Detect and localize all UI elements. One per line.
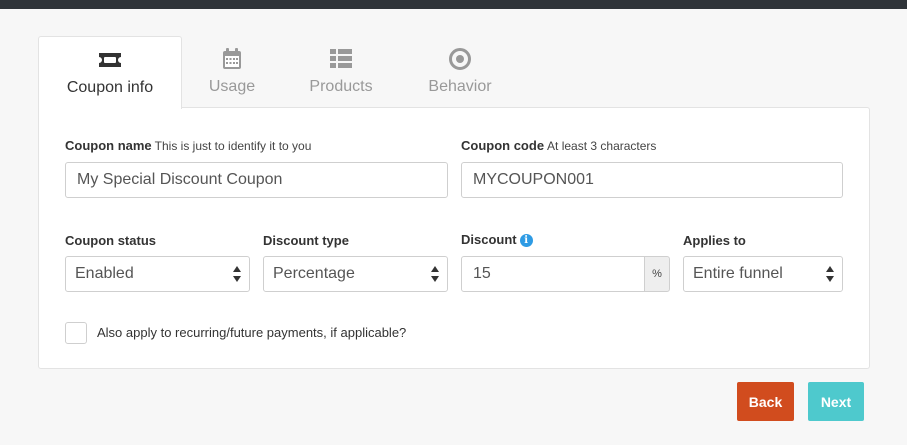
coupon-name-value: My Special Discount Coupon bbox=[77, 171, 283, 188]
recurring-checkbox[interactable] bbox=[65, 322, 87, 344]
tab-label: Coupon info bbox=[66, 79, 154, 96]
calendar-icon bbox=[222, 47, 242, 71]
coupon-code-label: Coupon code At least 3 characters bbox=[461, 138, 657, 153]
ticket-icon bbox=[97, 48, 123, 72]
coupon-status-value: Enabled bbox=[75, 265, 134, 282]
coupon-code-value: MYCOUPON001 bbox=[473, 171, 594, 188]
applies-to-label: Applies to bbox=[683, 233, 746, 248]
coupon-name-hint: This is just to identify it to you bbox=[154, 139, 312, 153]
tab-products[interactable]: Products bbox=[290, 36, 392, 108]
info-icon[interactable]: i bbox=[519, 234, 533, 247]
discount-value: 15 bbox=[473, 265, 491, 282]
top-bar bbox=[0, 0, 907, 9]
coupon-code-hint: At least 3 characters bbox=[547, 139, 657, 153]
select-arrows-icon bbox=[826, 266, 834, 282]
coupon-name-label: Coupon name This is just to identify it t… bbox=[65, 138, 312, 153]
select-arrows-icon bbox=[233, 266, 241, 282]
coupon-status-select[interactable]: Enabled bbox=[65, 256, 250, 292]
tab-coupon-info[interactable]: Coupon info bbox=[38, 36, 182, 109]
discount-type-value: Percentage bbox=[273, 265, 355, 282]
next-button[interactable]: Next bbox=[808, 382, 864, 421]
discount-label: Discount i bbox=[461, 232, 533, 247]
select-arrows-icon bbox=[431, 266, 439, 282]
coupon-code-input[interactable]: MYCOUPON001 bbox=[461, 162, 843, 198]
percent-addon: % bbox=[644, 256, 670, 292]
tab-label: Usage bbox=[208, 78, 256, 95]
applies-to-value: Entire funnel bbox=[693, 265, 783, 282]
tab-label: Products bbox=[309, 78, 373, 95]
coupon-status-label: Coupon status bbox=[65, 233, 156, 248]
discount-type-select[interactable]: Percentage bbox=[263, 256, 448, 292]
recurring-checkbox-label: Also apply to recurring/future payments,… bbox=[97, 325, 407, 340]
target-icon bbox=[449, 47, 471, 71]
back-button[interactable]: Back bbox=[737, 382, 794, 421]
discount-input[interactable]: 15 bbox=[461, 256, 645, 292]
applies-to-select[interactable]: Entire funnel bbox=[683, 256, 843, 292]
coupon-name-input[interactable]: My Special Discount Coupon bbox=[65, 162, 448, 198]
tab-behavior[interactable]: Behavior bbox=[410, 36, 510, 108]
list-icon bbox=[330, 47, 352, 71]
discount-type-label: Discount type bbox=[263, 233, 349, 248]
tab-usage[interactable]: Usage bbox=[182, 36, 282, 108]
tab-label: Behavior bbox=[428, 78, 492, 95]
